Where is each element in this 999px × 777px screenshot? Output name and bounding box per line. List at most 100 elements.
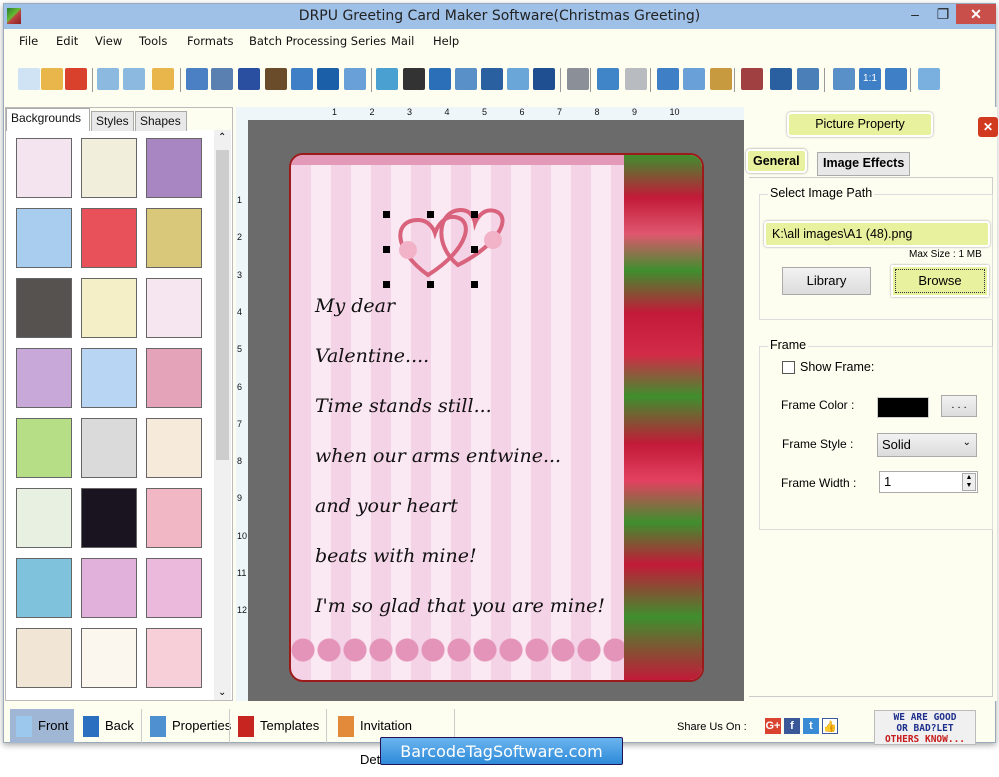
thumbnail-fireworks[interactable] (81, 488, 137, 548)
thumbnail-santa[interactable] (16, 558, 72, 618)
stepper-arrows-icon[interactable]: ▲ ▼ (962, 473, 976, 491)
resize-handle[interactable] (471, 246, 478, 253)
export-icon[interactable] (152, 68, 174, 90)
brand-banner[interactable]: BarcodeTagSoftware.com (380, 737, 623, 765)
send-back-icon[interactable] (797, 68, 819, 90)
close-file-icon[interactable] (65, 68, 87, 90)
cut-icon[interactable] (657, 68, 679, 90)
properties-icon[interactable] (186, 68, 208, 90)
browse-button[interactable]: Browse (891, 265, 989, 297)
resize-handle[interactable] (471, 281, 478, 288)
card-text-line[interactable]: beats with mine! (315, 545, 477, 567)
signature-icon[interactable] (317, 68, 339, 90)
bottom-tab-properties[interactable]: Properties (144, 709, 231, 743)
resize-handle[interactable] (427, 211, 434, 218)
thumbnail-stork[interactable] (81, 138, 137, 198)
card-text-line[interactable]: and your heart (315, 495, 458, 517)
insert-image-icon[interactable] (291, 68, 313, 90)
menu-tools[interactable]: Tools (139, 34, 167, 48)
watermark-icon[interactable] (376, 68, 398, 90)
thumbnail-christmas-trees[interactable] (16, 418, 72, 478)
vertical-scrollbar[interactable]: ⌃ ⌄ (214, 130, 231, 700)
fit-window-icon[interactable] (885, 68, 907, 90)
redo-icon[interactable] (625, 68, 647, 90)
card-text-line[interactable]: I'm so glad that you are mine! (315, 595, 605, 617)
thumbnail-snowflakes[interactable] (81, 348, 137, 408)
facebook-icon[interactable]: f (784, 718, 800, 734)
word-art-icon[interactable] (455, 68, 477, 90)
thumbnail-flower-row[interactable] (81, 278, 137, 338)
library-button[interactable]: Library (782, 267, 871, 295)
new-icon[interactable] (18, 68, 40, 90)
bottom-tab-back[interactable]: Back (77, 709, 139, 743)
background-icon[interactable] (238, 68, 260, 90)
menu-help[interactable]: Help (433, 34, 459, 48)
thumbnail-pink-flowers[interactable] (146, 558, 202, 618)
bring-front-icon[interactable] (770, 68, 792, 90)
thumbnail-green-hearts[interactable] (16, 488, 72, 548)
thumbnail-pastel-stripes[interactable] (16, 628, 72, 688)
thumbnail-kids-toys[interactable] (146, 418, 202, 478)
minimize-button[interactable]: – (902, 4, 928, 24)
card-text-line[interactable]: Time stands still... (315, 395, 492, 417)
tab-backgrounds[interactable]: Backgrounds (6, 108, 90, 131)
menu-formats[interactable]: Formats (187, 34, 234, 48)
close-button[interactable]: ✕ (956, 4, 996, 24)
database-icon[interactable] (567, 68, 589, 90)
panel-close-icon[interactable]: ✕ (978, 117, 998, 137)
delete-icon[interactable] (741, 68, 763, 90)
like-icon[interactable]: 👍 (822, 718, 838, 734)
hearts-image[interactable] (383, 205, 513, 280)
thumbnail-pastel-circles[interactable] (16, 348, 72, 408)
color-picker-button[interactable]: . . . (941, 395, 977, 417)
menu-edit[interactable]: Edit (56, 34, 78, 48)
text-icon[interactable] (429, 68, 451, 90)
thumbnail-gifts[interactable] (146, 278, 202, 338)
save-icon[interactable] (97, 68, 119, 90)
twitter-icon[interactable]: t (803, 718, 819, 734)
zoom-in-icon[interactable] (918, 68, 940, 90)
save-as-icon[interactable] (123, 68, 145, 90)
card-text-line[interactable]: Valentine.... (315, 345, 429, 367)
print-icon[interactable] (211, 68, 233, 90)
grid-icon[interactable] (833, 68, 855, 90)
review-banner[interactable]: WE ARE GOOD OR BAD?LET OTHERS KNOW... (874, 710, 976, 745)
menu-mail[interactable]: Mail (391, 34, 414, 48)
open-icon[interactable] (41, 68, 63, 90)
frame-width-stepper[interactable]: 1 ▲ ▼ (879, 471, 978, 493)
resize-handle[interactable] (383, 281, 390, 288)
frame-style-dropdown[interactable]: Solid ⌄ (877, 433, 977, 457)
bottom-tab-templates[interactable]: Templates (232, 709, 324, 743)
line-icon[interactable] (533, 68, 555, 90)
tab-shapes[interactable]: Shapes (135, 111, 187, 131)
menu-batch-processing[interactable]: Batch Processing Series (249, 34, 386, 48)
card-design-icon[interactable] (265, 68, 287, 90)
tab-image-effects[interactable]: Image Effects (817, 152, 911, 176)
thumbnail-strawberries[interactable] (81, 208, 137, 268)
card-text-line[interactable]: when our arms entwine... (315, 445, 561, 467)
thumbnail-leaves[interactable] (146, 208, 202, 268)
resize-handle[interactable] (471, 211, 478, 218)
thumbnail-princess-dress[interactable] (146, 628, 202, 688)
resize-handle[interactable] (383, 246, 390, 253)
google-plus-icon[interactable]: G+ (765, 718, 781, 734)
design-canvas[interactable]: 1 2 3 4 5 6 7 8 9 10 1 2 3 4 5 6 7 8 9 10 11 12 My dear Vale… (236, 107, 744, 701)
maximize-button[interactable]: ❐ (930, 4, 956, 24)
scroll-down-icon[interactable]: ⌄ (218, 687, 226, 698)
tab-styles[interactable]: Styles (91, 111, 134, 131)
symbol-icon[interactable] (481, 68, 503, 90)
shapes-icon[interactable] (344, 68, 366, 90)
show-frame-checkbox[interactable] (782, 361, 795, 374)
menu-view[interactable]: View (95, 34, 122, 48)
barcode-icon[interactable] (403, 68, 425, 90)
menu-file[interactable]: File (19, 34, 38, 48)
thumbnail-red-hearts[interactable] (146, 488, 202, 548)
undo-icon[interactable] (597, 68, 619, 90)
resize-handle[interactable] (383, 211, 390, 218)
thumbnail-mandalas[interactable] (146, 348, 202, 408)
thumbnail-baby-items[interactable] (16, 138, 72, 198)
thumbnail-clouds[interactable] (16, 208, 72, 268)
thumbnail-dark-petals[interactable] (16, 278, 72, 338)
thumbnail-purple-flowers[interactable] (146, 138, 202, 198)
bottom-tab-front[interactable]: Front (10, 709, 74, 743)
